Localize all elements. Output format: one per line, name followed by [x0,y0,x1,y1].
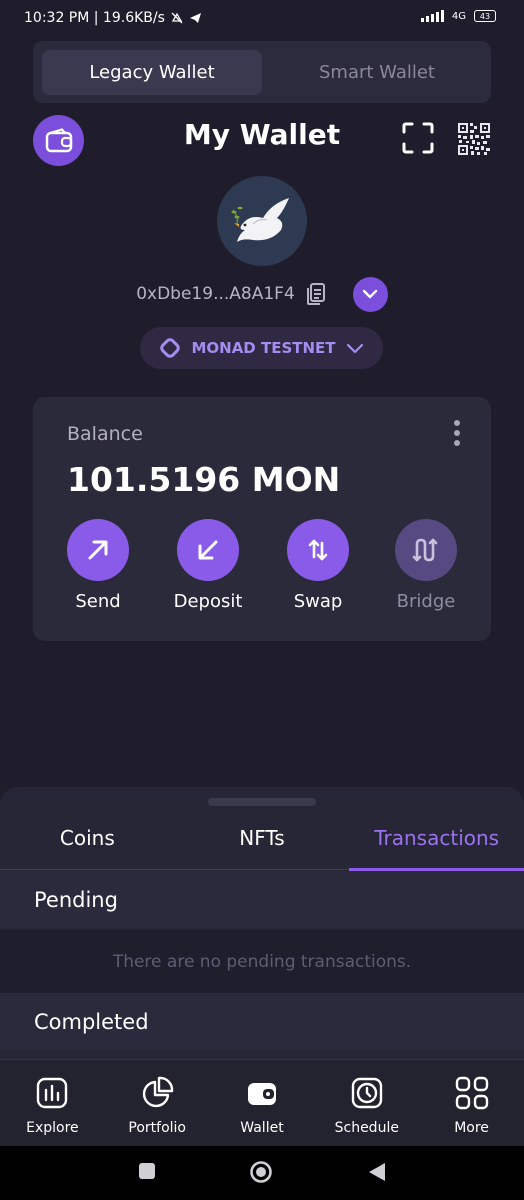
more-options-icon[interactable] [453,420,461,446]
status-icons: 4G 43 [420,10,496,22]
bridge-circle[interactable] [395,519,457,581]
wallet-icon [247,1083,276,1105]
status-bar: 10:32 PM | 19.6KB/s 4G 43 [0,0,524,38]
swap-vertical-icon [308,539,328,561]
network-type: 4G [451,10,466,22]
bridge-label: Bridge [396,591,456,612]
network-name: MONAD TESTNET [191,339,336,357]
nav-wallet[interactable]: Wallet [210,1060,315,1146]
nav-schedule-label: Schedule [334,1120,399,1136]
balance-label: Balance [67,423,143,445]
status-time-speed: 10:32 PM | 19.6KB/s [24,10,165,26]
wallets-button[interactable] [33,115,84,166]
sheet-drag-handle[interactable] [208,798,316,806]
network-selector[interactable]: MONAD TESTNET [140,327,383,369]
deposit-button[interactable]: Deposit [163,519,253,612]
send-button[interactable]: Send [53,519,143,612]
swap-button[interactable]: Swap [273,519,363,612]
tab-nfts[interactable]: NFTs [175,807,350,869]
signal-icon [420,10,444,22]
scan-icon [402,122,434,154]
chart-icon [37,1077,68,1109]
asset-tabs: Coins NFTs Transactions [0,807,524,871]
arrow-up-right-icon [88,540,108,560]
pending-section-title: Pending [0,871,524,928]
nav-more[interactable]: More [419,1060,524,1146]
nav-explore-label: Explore [26,1120,79,1136]
pie-chart-icon [143,1076,174,1108]
deposit-label: Deposit [173,591,243,612]
assets-sheet: Coins NFTs Transactions Pending There ar… [0,787,524,1059]
account-dropdown-button[interactable] [352,276,388,312]
copy-icon[interactable] [305,282,327,306]
clock-icon [351,1077,382,1109]
nav-portfolio-label: Portfolio [128,1120,186,1136]
deposit-circle[interactable] [177,519,239,581]
nav-more-label: More [454,1120,489,1136]
wallet-address: 0xDbe19...A8A1F4 [136,284,295,304]
home-icon[interactable] [249,1160,273,1184]
nav-schedule[interactable]: Schedule [314,1060,419,1146]
wallet-type-toggle: Legacy Wallet Smart Wallet [33,41,491,103]
wallet-icon [45,127,72,152]
account-avatar[interactable] [217,176,307,266]
smart-wallet-tab[interactable]: Smart Wallet [272,50,482,95]
grid-icon [455,1076,488,1110]
chevron-down-icon [363,289,378,299]
qr-code-button[interactable] [457,122,491,156]
address-row: 0xDbe19...A8A1F4 [0,276,524,312]
chevron-down-icon [346,343,363,353]
arrow-down-left-icon [198,540,218,560]
tab-coins[interactable]: Coins [0,807,175,869]
tab-transactions[interactable]: Transactions [349,807,524,871]
bridge-icon [412,538,438,562]
monad-logo-icon [160,338,181,358]
qr-code-icon [457,122,491,156]
recent-apps-icon[interactable] [138,1162,156,1180]
nav-portfolio[interactable]: Portfolio [105,1060,210,1146]
battery-icon: 43 [474,10,496,22]
legacy-wallet-tab[interactable]: Legacy Wallet [42,50,262,95]
dove-icon [231,198,289,242]
completed-section-title: Completed [0,993,524,1050]
swap-circle[interactable] [287,519,349,581]
scan-button[interactable] [402,122,434,154]
system-nav-bar [0,1146,524,1200]
nav-wallet-label: Wallet [240,1120,284,1136]
send-label: Send [75,591,121,612]
mute-icon [171,12,183,24]
bridge-button[interactable]: Bridge [381,519,471,612]
nav-explore[interactable]: Explore [0,1060,105,1146]
status-time: 10:32 PM | 19.6KB/s [24,10,202,26]
bottom-nav: Explore Portfolio Wallet Schedule More [0,1059,524,1146]
back-icon[interactable] [368,1162,386,1182]
telegram-icon [189,13,201,23]
balance-card: Balance 101.5196 MON Send Deposit Swap B… [33,397,491,641]
swap-label: Swap [293,591,343,612]
balance-value: 101.5196 MON [67,460,341,499]
send-circle[interactable] [67,519,129,581]
pending-empty-message: There are no pending transactions. [0,930,524,993]
